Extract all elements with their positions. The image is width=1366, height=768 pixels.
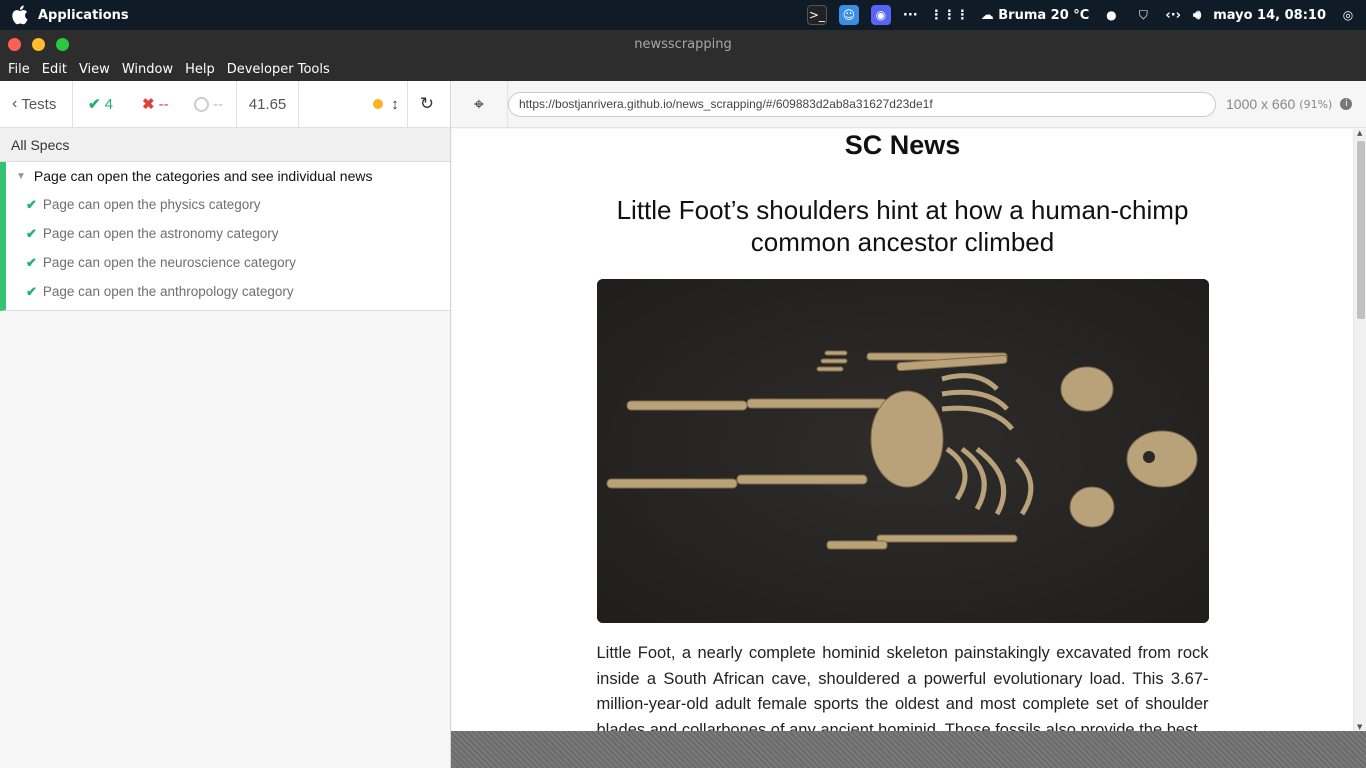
- check-icon: ✔: [26, 254, 37, 270]
- discord-icon[interactable]: ◉: [870, 5, 891, 25]
- status-dot-icon: [373, 99, 384, 109]
- menu-file[interactable]: File: [8, 62, 30, 77]
- failed-value: --: [158, 95, 169, 113]
- apple-icon: [12, 5, 28, 25]
- test-label: Page can open the anthropology category: [42, 284, 294, 299]
- x-icon: ✖: [142, 96, 155, 113]
- menu-view[interactable]: View: [79, 62, 110, 77]
- menu-window[interactable]: Window: [122, 62, 173, 77]
- user-icon[interactable]: ◎: [1338, 5, 1358, 25]
- duration: 41.65: [237, 81, 299, 127]
- check-icon: ✔: [88, 96, 101, 113]
- volume-icon[interactable]: 🔊︎: [1193, 8, 1201, 23]
- weather-indicator[interactable]: ☁ Bruma 20 °C: [981, 8, 1090, 23]
- window-title: newsscrapping: [634, 36, 732, 52]
- rerun-button[interactable]: ↻: [406, 81, 450, 127]
- viewport-bottom-strip: [451, 731, 1366, 768]
- passed-value: 4: [104, 95, 113, 113]
- check-icon: ✔: [26, 283, 37, 299]
- applications-label: Applications: [38, 7, 129, 23]
- reporter-header: ‹ Tests ✔ 4 ✖ -- -- 41.65 ↕ ↻: [0, 81, 450, 128]
- selector-playground-button[interactable]: ⌖: [451, 81, 508, 127]
- article-title: Little Foot’s shoulders hint at how a hu…: [616, 195, 1189, 257]
- spinner-icon: [194, 96, 209, 112]
- article-body: Little Foot, a nearly complete hominid s…: [596, 644, 1209, 731]
- test-label: Page can open the neuroscience category: [42, 255, 296, 270]
- pending-count: --: [183, 81, 237, 127]
- network-icon[interactable]: ‹·›: [1165, 8, 1181, 23]
- menu-edit[interactable]: Edit: [42, 62, 67, 77]
- app-grid-icon[interactable]: ⋮⋮⋮: [930, 8, 969, 23]
- url-bar-area: ⌖ https://bostjanrivera.github.io/news_s…: [451, 81, 1366, 128]
- failed-count: ✖ --: [128, 81, 183, 127]
- applications-menu[interactable]: Applications: [0, 4, 129, 26]
- app-scrollbar[interactable]: ▲ ▼: [1353, 129, 1366, 731]
- test-item-astronomy[interactable]: ✔ Page can open the astronomy category: [6, 219, 450, 248]
- viewport-size: 1000 x 660: [1226, 96, 1296, 112]
- app-frame: SC News Little Foot’s shoulders hint at …: [452, 129, 1353, 731]
- discord-tray-icon[interactable]: ●: [1101, 5, 1121, 25]
- pending-value: --: [213, 95, 223, 113]
- spec-list: ▼ Page can open the categories and see i…: [0, 162, 450, 311]
- suite-title-row[interactable]: ▼ Page can open the categories and see i…: [6, 162, 450, 190]
- all-specs-header[interactable]: All Specs: [0, 128, 450, 162]
- finder-icon[interactable]: ☺: [838, 5, 859, 25]
- suite-title: Page can open the categories and see ind…: [33, 168, 373, 184]
- article-image: [596, 279, 1209, 623]
- test-item-anthropology[interactable]: ✔ Page can open the anthropology categor…: [6, 277, 450, 306]
- duration-value: 41.65: [248, 95, 287, 113]
- url-input[interactable]: https://bostjanrivera.github.io/news_scr…: [508, 91, 1216, 117]
- tests-label: Tests: [21, 95, 57, 113]
- site-title[interactable]: SC News: [452, 130, 1353, 161]
- shield-icon[interactable]: ⛉: [1133, 5, 1153, 25]
- more-icon[interactable]: ···: [903, 8, 918, 23]
- passed-count: ✔ 4: [73, 81, 128, 127]
- info-icon[interactable]: i: [1340, 98, 1353, 110]
- menu-developer-tools[interactable]: Developer Tools: [227, 62, 330, 77]
- skeleton-image: [596, 279, 1209, 623]
- test-label: Page can open the astronomy category: [42, 226, 279, 241]
- test-item-physics[interactable]: ✔ Page can open the physics category: [6, 190, 450, 219]
- scroll-arrows-icon: ↕: [391, 95, 399, 113]
- test-item-neuroscience[interactable]: ✔ Page can open the neuroscience categor…: [6, 248, 450, 277]
- clock[interactable]: mayo 14, 08:10: [1213, 8, 1326, 23]
- system-top-bar: Applications >_ ☺ ◉ ··· ⋮⋮⋮ ☁ Bruma 20 °…: [0, 0, 1366, 30]
- back-to-tests-button[interactable]: ‹ Tests: [0, 81, 73, 127]
- scroll-down-icon[interactable]: ▼: [1357, 723, 1362, 731]
- auto-scroll-toggle[interactable]: ↕: [373, 81, 407, 127]
- chevron-left-icon: ‹: [12, 95, 18, 112]
- terminal-icon[interactable]: >_: [806, 5, 827, 25]
- menu-bar: File Edit View Window Help Developer Too…: [0, 58, 1366, 81]
- reporter-panel: ‹ Tests ✔ 4 ✖ -- -- 41.65 ↕ ↻ All Specs …: [0, 81, 451, 768]
- check-icon: ✔: [26, 196, 37, 212]
- viewport-zoom: (91%): [1299, 97, 1333, 111]
- menu-help[interactable]: Help: [185, 62, 215, 77]
- scroll-thumb[interactable]: [1357, 141, 1365, 319]
- crosshair-icon: ⌖: [473, 93, 485, 115]
- refresh-icon: ↻: [419, 94, 434, 113]
- caret-down-icon: ▼: [16, 170, 26, 182]
- window-titlebar: newsscrapping: [0, 30, 1366, 58]
- app-preview-panel: ⌖ https://bostjanrivera.github.io/news_s…: [451, 81, 1366, 768]
- weather-text: Bruma 20 °C: [998, 7, 1090, 23]
- test-label: Page can open the physics category: [42, 197, 261, 212]
- scroll-up-icon[interactable]: ▲: [1357, 129, 1362, 137]
- check-icon: ✔: [26, 225, 37, 241]
